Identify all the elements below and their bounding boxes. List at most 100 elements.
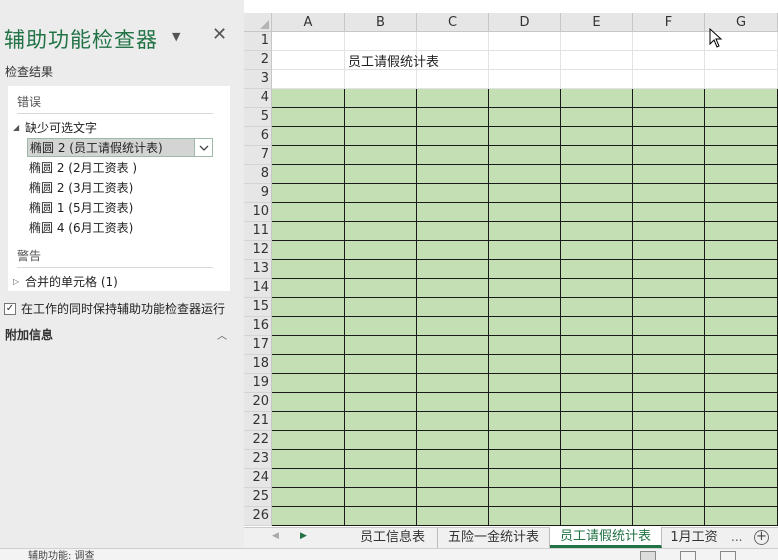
- cell[interactable]: [272, 393, 345, 412]
- page-break-view-icon[interactable]: [720, 551, 736, 560]
- cell[interactable]: [272, 32, 345, 51]
- cell[interactable]: [489, 70, 561, 89]
- cell[interactable]: [345, 165, 417, 184]
- cell[interactable]: [417, 450, 489, 469]
- cell[interactable]: [345, 127, 417, 146]
- sheet-tab-active[interactable]: 员工请假统计表: [550, 527, 662, 548]
- cell[interactable]: [345, 108, 417, 127]
- row-header[interactable]: 10: [244, 203, 272, 222]
- cell[interactable]: [489, 89, 561, 108]
- row-header[interactable]: 25: [244, 488, 272, 507]
- cell[interactable]: [272, 51, 345, 70]
- cell[interactable]: [489, 260, 561, 279]
- cell[interactable]: [561, 317, 633, 336]
- cell[interactable]: [705, 165, 778, 184]
- row-header[interactable]: 8: [244, 165, 272, 184]
- cell[interactable]: [489, 507, 561, 526]
- cell[interactable]: [489, 393, 561, 412]
- cell[interactable]: [633, 393, 705, 412]
- issue-item[interactable]: 椭圆 2 (3月工资表): [27, 178, 213, 197]
- cell[interactable]: [417, 336, 489, 355]
- row-header[interactable]: 5: [244, 108, 272, 127]
- cell[interactable]: [417, 260, 489, 279]
- cell[interactable]: [561, 355, 633, 374]
- cell[interactable]: [345, 184, 417, 203]
- cell[interactable]: [633, 127, 705, 146]
- worksheet-grid[interactable]: A B C D E F G 1 2 3 4 5 6 7 8 9 10 11 12 13 14 15 16 17 18 19 20 21…: [244, 13, 778, 527]
- cell[interactable]: [489, 222, 561, 241]
- cell[interactable]: [633, 89, 705, 108]
- cell[interactable]: [561, 469, 633, 488]
- cell[interactable]: [417, 70, 489, 89]
- cell[interactable]: [561, 393, 633, 412]
- tab-scroll-right-icon[interactable]: ▶: [300, 531, 307, 541]
- cell[interactable]: [272, 431, 345, 450]
- cell[interactable]: [345, 507, 417, 526]
- cell[interactable]: [489, 431, 561, 450]
- sheet-tab[interactable]: 员工信息表: [348, 528, 438, 548]
- cell[interactable]: [561, 203, 633, 222]
- cell[interactable]: [705, 488, 778, 507]
- row-header[interactable]: 15: [244, 298, 272, 317]
- cell[interactable]: [705, 184, 778, 203]
- cell[interactable]: [561, 374, 633, 393]
- cell[interactable]: [561, 89, 633, 108]
- cell[interactable]: [272, 203, 345, 222]
- cell[interactable]: [417, 32, 489, 51]
- cell[interactable]: [705, 355, 778, 374]
- keep-running-checkbox[interactable]: ✓: [4, 302, 16, 315]
- cell[interactable]: [489, 108, 561, 127]
- cell[interactable]: [705, 298, 778, 317]
- cell[interactable]: [633, 241, 705, 260]
- cell[interactable]: [345, 355, 417, 374]
- cell[interactable]: [705, 89, 778, 108]
- cell[interactable]: [633, 32, 705, 51]
- cell[interactable]: [561, 165, 633, 184]
- cell[interactable]: [345, 317, 417, 336]
- cell[interactable]: [633, 355, 705, 374]
- cell[interactable]: [633, 317, 705, 336]
- cell[interactable]: [561, 32, 633, 51]
- cell[interactable]: [633, 51, 705, 70]
- cell[interactable]: [417, 203, 489, 222]
- cell[interactable]: [489, 32, 561, 51]
- cell[interactable]: [489, 317, 561, 336]
- cell[interactable]: [345, 279, 417, 298]
- cell[interactable]: [272, 108, 345, 127]
- cell[interactable]: [272, 355, 345, 374]
- cell[interactable]: [705, 431, 778, 450]
- cell[interactable]: [561, 279, 633, 298]
- cell[interactable]: [633, 336, 705, 355]
- cell[interactable]: [561, 241, 633, 260]
- cell[interactable]: [417, 374, 489, 393]
- cell[interactable]: [705, 222, 778, 241]
- cell[interactable]: [705, 203, 778, 222]
- cell[interactable]: [417, 241, 489, 260]
- cell[interactable]: [633, 165, 705, 184]
- cell[interactable]: [417, 507, 489, 526]
- cell[interactable]: [489, 165, 561, 184]
- cell[interactable]: [417, 222, 489, 241]
- cell[interactable]: [345, 203, 417, 222]
- column-header[interactable]: A: [272, 13, 345, 32]
- cell[interactable]: [705, 279, 778, 298]
- issue-item[interactable]: 椭圆 4 (6月工资表): [27, 218, 213, 237]
- cell[interactable]: [417, 393, 489, 412]
- cell[interactable]: [561, 108, 633, 127]
- cell[interactable]: [272, 165, 345, 184]
- row-header[interactable]: 2: [244, 51, 272, 70]
- cell[interactable]: [417, 127, 489, 146]
- cell[interactable]: [633, 108, 705, 127]
- cell[interactable]: [417, 488, 489, 507]
- cell[interactable]: [489, 336, 561, 355]
- cell[interactable]: [345, 146, 417, 165]
- row-header[interactable]: 11: [244, 222, 272, 241]
- pane-options-chevron-down-icon[interactable]: ▼: [172, 30, 180, 43]
- row-header[interactable]: 26: [244, 507, 272, 526]
- cell[interactable]: [489, 374, 561, 393]
- column-header[interactable]: D: [489, 13, 561, 32]
- cell[interactable]: [345, 374, 417, 393]
- row-header[interactable]: 17: [244, 336, 272, 355]
- cell[interactable]: [272, 450, 345, 469]
- cell[interactable]: [705, 127, 778, 146]
